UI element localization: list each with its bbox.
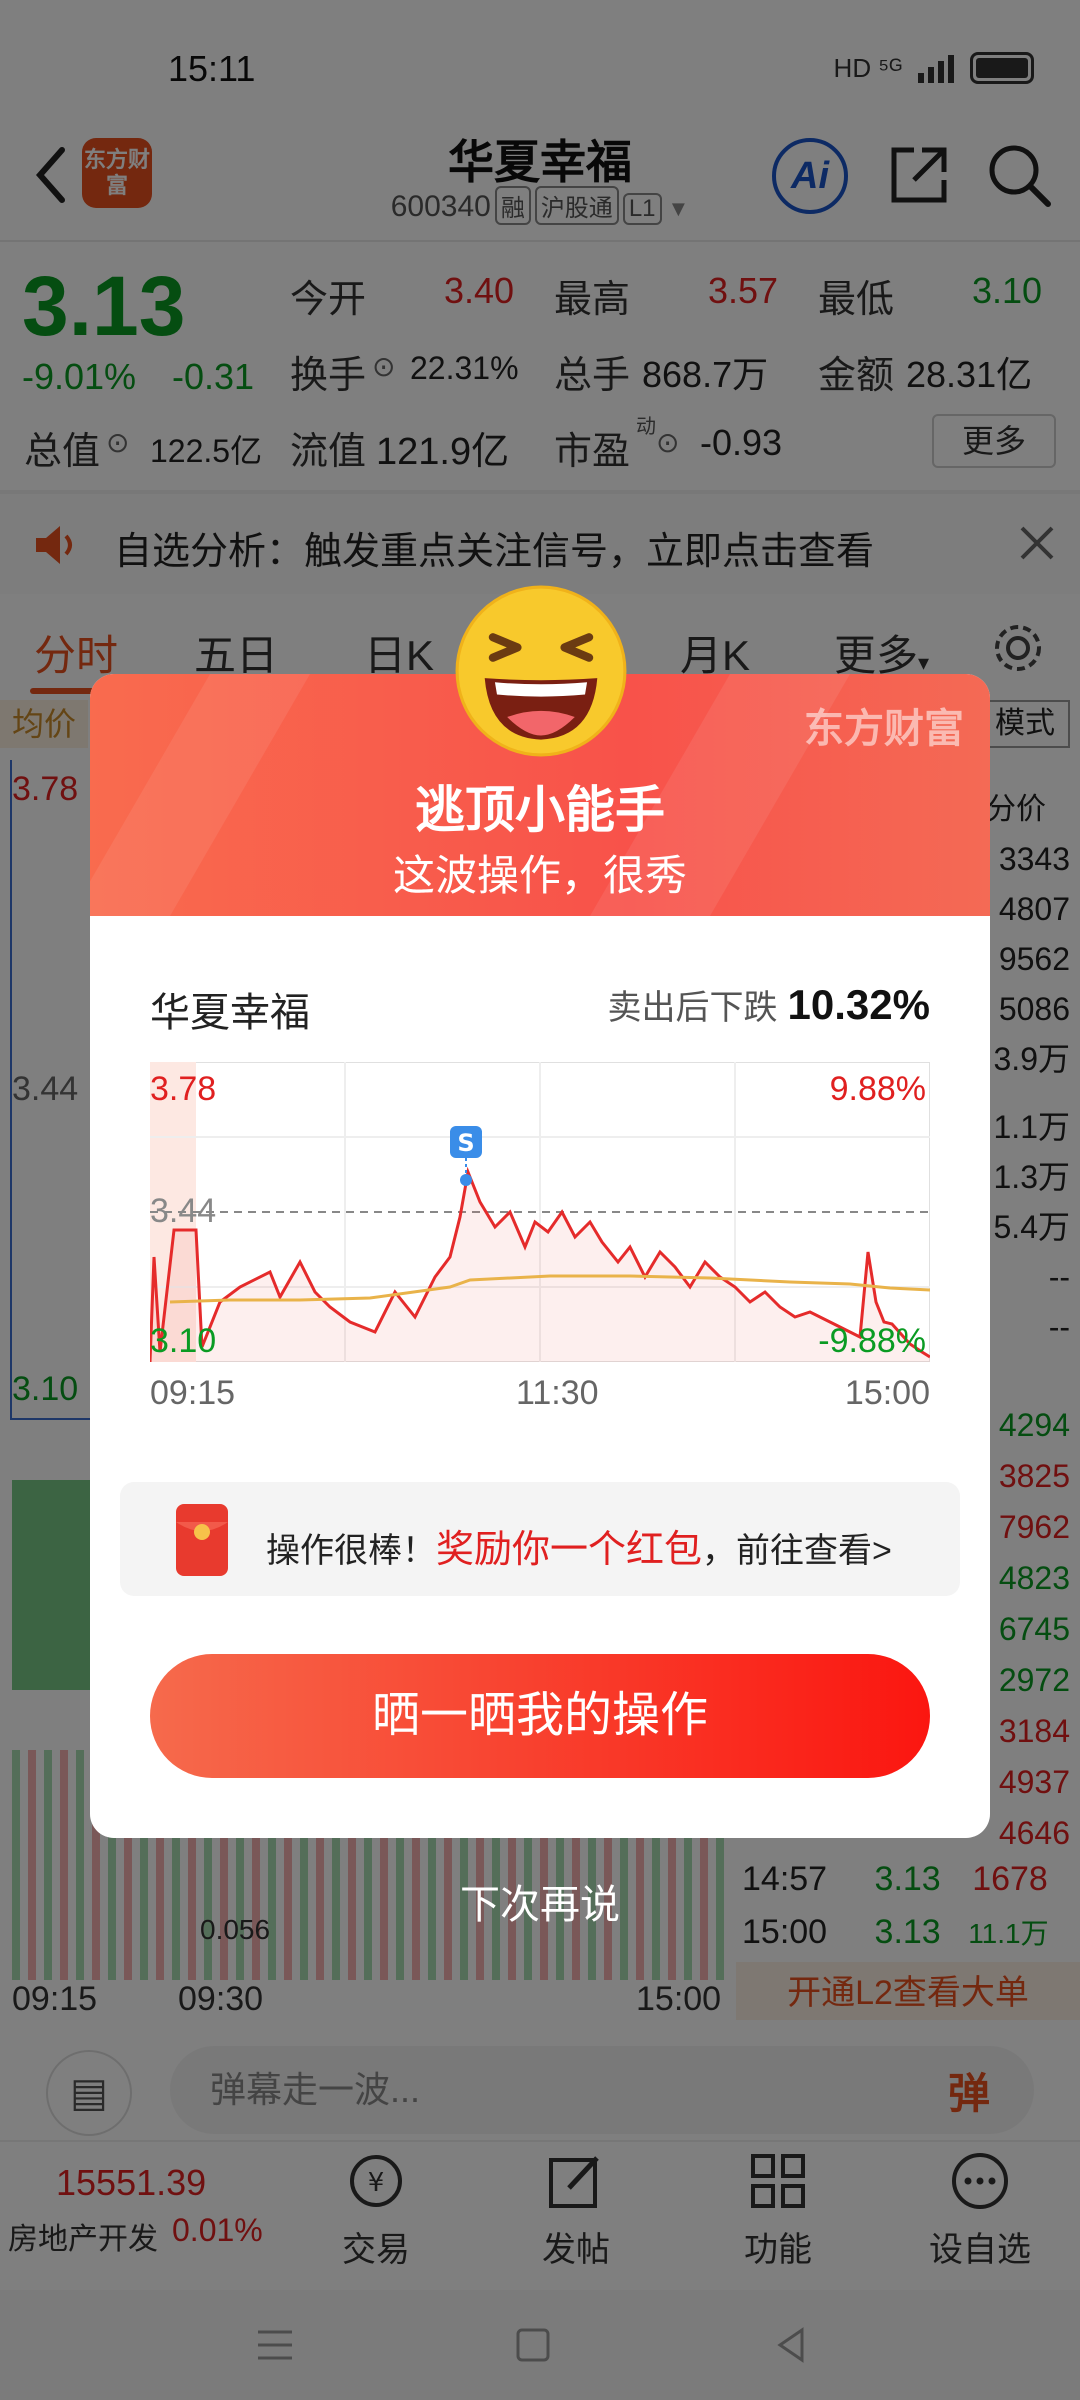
modal-brand: 东方财富 (804, 707, 964, 751)
mini-y-top: 3.78 (150, 1070, 216, 1108)
reward-text: 操作很棒！奖励你一个红包，前往查看> (266, 1518, 892, 1573)
later-button[interactable]: 下次再说 (0, 1872, 1080, 1930)
drop-label: 卖出后下跌 (607, 989, 778, 1027)
reward-banner[interactable]: 操作很棒！奖励你一个红包，前往查看> (120, 1482, 960, 1596)
mini-y-bot: 3.10 (150, 1322, 216, 1360)
mini-y-mid: 3.44 (150, 1192, 216, 1230)
modal-title: 逃顶小能手 (415, 782, 665, 838)
reward-prefix: 操作很棒！ (266, 1532, 436, 1570)
reward-highlight: 奖励你一个红包 (436, 1529, 703, 1571)
modal-stock-name: 华夏幸福 (150, 991, 310, 1035)
mini-pct-top: 9.88% (830, 1070, 926, 1108)
modal-subtitle: 这波操作，很秀 (392, 852, 687, 899)
modal-drop-desc: 卖出后下跌 10.32% (608, 980, 930, 1029)
mini-time-mid: 11:30 (516, 1374, 599, 1412)
achievement-modal: 东方财富 逃顶小能手 这波操作，很秀 华夏幸福 卖出后下跌 10.32% S 3.… (90, 674, 990, 1838)
red-envelope-icon (176, 1504, 228, 1576)
sell-marker: S (457, 1129, 474, 1157)
share-operation-button[interactable]: 晒一晒我的操作 (150, 1654, 930, 1778)
mini-time-end: 15:00 (844, 1374, 930, 1412)
mini-time-start: 09:15 (150, 1374, 236, 1412)
mini-pct-bot: -9.88% (818, 1322, 926, 1360)
reward-suffix: ，前往查看> (702, 1532, 892, 1570)
mini-chart: S 3.78 9.88% 3.44 3.10 -9.88% (150, 1062, 930, 1362)
laughing-emoji-icon (455, 585, 627, 757)
drop-value: 10.32% (787, 981, 930, 1028)
